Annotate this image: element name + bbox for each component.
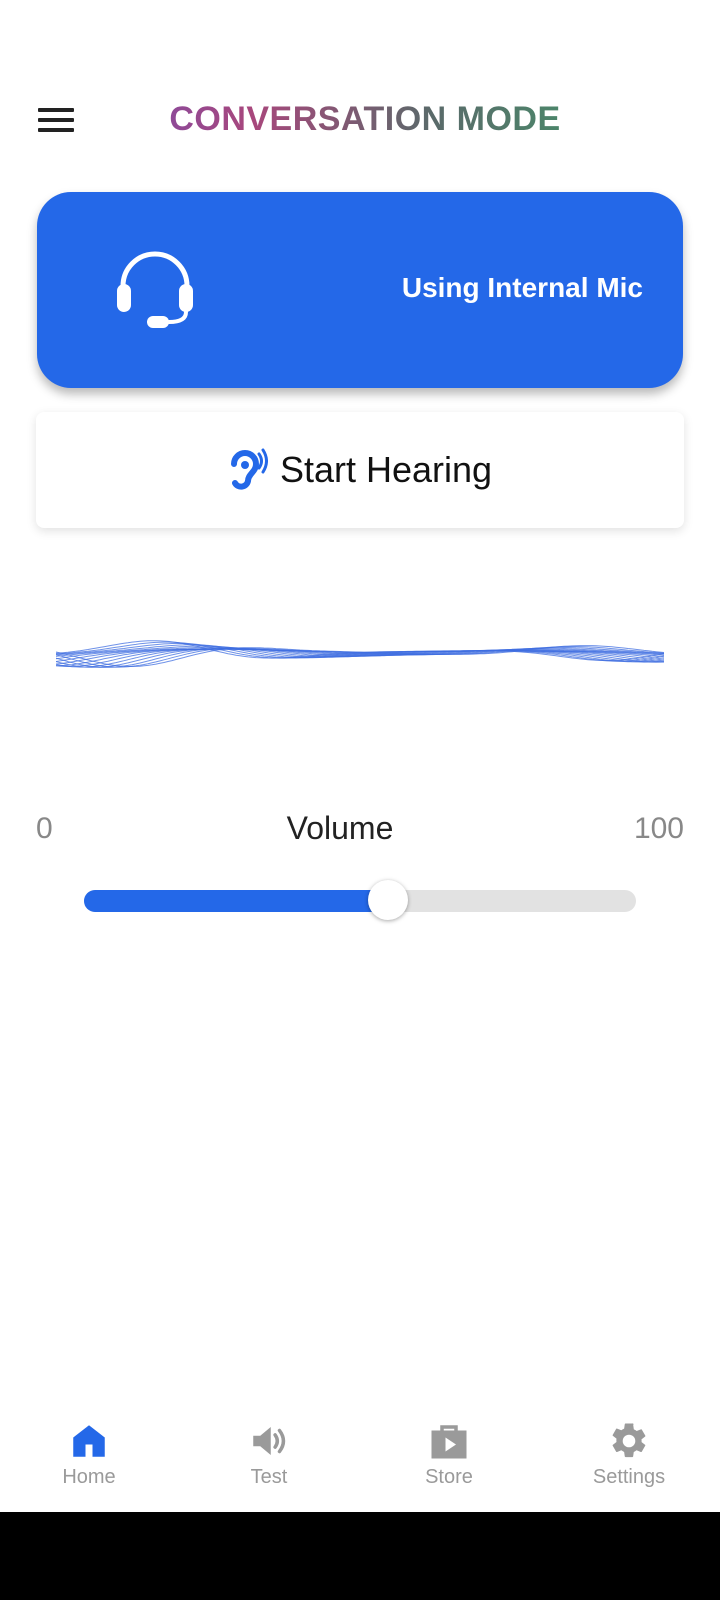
- nav-item-home[interactable]: Home: [29, 1420, 149, 1489]
- nav-item-store[interactable]: Store: [389, 1420, 509, 1489]
- gear-icon: [612, 1423, 646, 1458]
- volume-slider[interactable]: [84, 880, 636, 920]
- home-icon: [73, 1425, 105, 1457]
- mic-source-label: Using Internal Mic: [401, 272, 643, 303]
- nav-label-store: Store: [425, 1466, 473, 1488]
- hearing-ear-icon: [230, 448, 268, 490]
- volume-slider-fill: [84, 890, 388, 912]
- nav-item-settings[interactable]: Settings: [569, 1420, 689, 1489]
- speaker-icon: [253, 1427, 286, 1455]
- volume-slider-thumb[interactable]: [367, 880, 408, 920]
- volume-max-label: 100: [633, 812, 684, 845]
- nav-item-test[interactable]: Test: [209, 1420, 329, 1489]
- page-title: CONVERSATION MODE: [0, 100, 720, 139]
- nav-label-settings: Settings: [592, 1466, 666, 1488]
- audio-waveform: [56, 640, 664, 668]
- bottom-navigation: Home Test Store Settings: [0, 1400, 720, 1510]
- system-navigation-bar: [0, 1512, 720, 1600]
- start-hearing-label: Start Hearing: [279, 449, 493, 490]
- nav-label-test: Test: [250, 1466, 288, 1488]
- volume-label: Volume: [286, 810, 394, 846]
- headset-icon: [117, 251, 193, 328]
- mic-source-card[interactable]: Using Internal Mic: [37, 192, 683, 388]
- nav-label-home: Home: [62, 1466, 116, 1488]
- start-hearing-button[interactable]: Start Hearing: [36, 412, 684, 528]
- store-bag-icon: [431, 1425, 467, 1459]
